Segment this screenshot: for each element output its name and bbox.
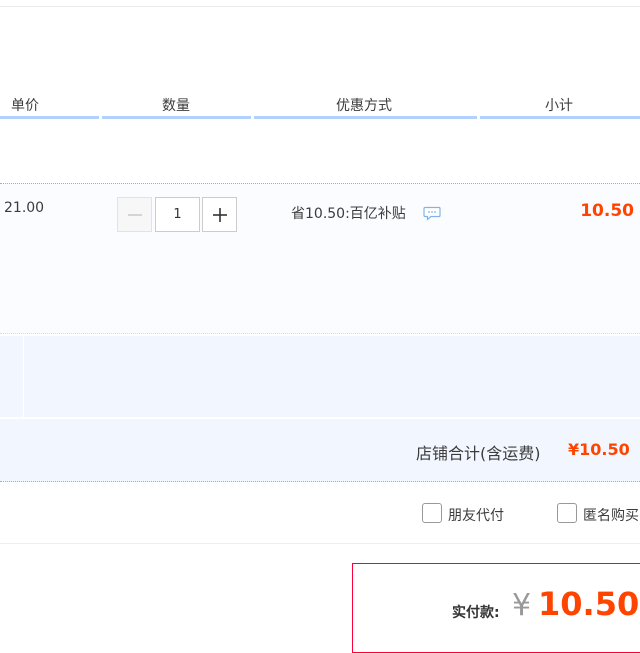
- anonymous-buy-label: 匿名购买: [583, 508, 639, 524]
- payment-currency: ¥: [512, 588, 532, 623]
- minus-icon: [127, 213, 142, 216]
- friend-pay-label: 朋友代付: [448, 508, 504, 524]
- header-bar-subtotal: [480, 116, 640, 119]
- payment-label: 实付款:: [452, 605, 500, 621]
- anonymous-buy-checkbox[interactable]: [557, 503, 577, 523]
- plus-icon: [212, 207, 227, 222]
- chat-bubble-icon[interactable]: [423, 206, 441, 221]
- header-subtotal: 小计: [545, 98, 573, 114]
- header-bar-discount: [254, 116, 477, 119]
- quantity-input[interactable]: 1: [155, 197, 200, 232]
- friend-pay-checkbox[interactable]: [422, 503, 442, 523]
- header-quantity: 数量: [162, 98, 190, 114]
- shop-total-value: ¥10.50: [568, 440, 630, 459]
- shop-extra-row: [0, 336, 640, 417]
- top-divider: [0, 6, 640, 7]
- header-bar-price: [0, 116, 99, 119]
- item-subtotal: 10.50: [580, 201, 634, 221]
- header-discount-method: 优惠方式: [336, 98, 392, 114]
- header-unit-price: 单价: [11, 98, 39, 114]
- header-bar-quantity: [102, 116, 251, 119]
- payment-amount: 10.50: [538, 585, 640, 623]
- quantity-increase-button[interactable]: [202, 197, 237, 232]
- item-unit-price: 21.00: [4, 200, 45, 216]
- shop-extra-cell: [23, 336, 640, 417]
- options-divider: [0, 543, 640, 544]
- shop-total-row: [0, 418, 640, 482]
- shop-total-label: 店铺合计(含运费): [416, 444, 541, 463]
- quantity-decrease-button[interactable]: [117, 197, 152, 232]
- promo-text: 省10.50:百亿补贴: [291, 206, 406, 222]
